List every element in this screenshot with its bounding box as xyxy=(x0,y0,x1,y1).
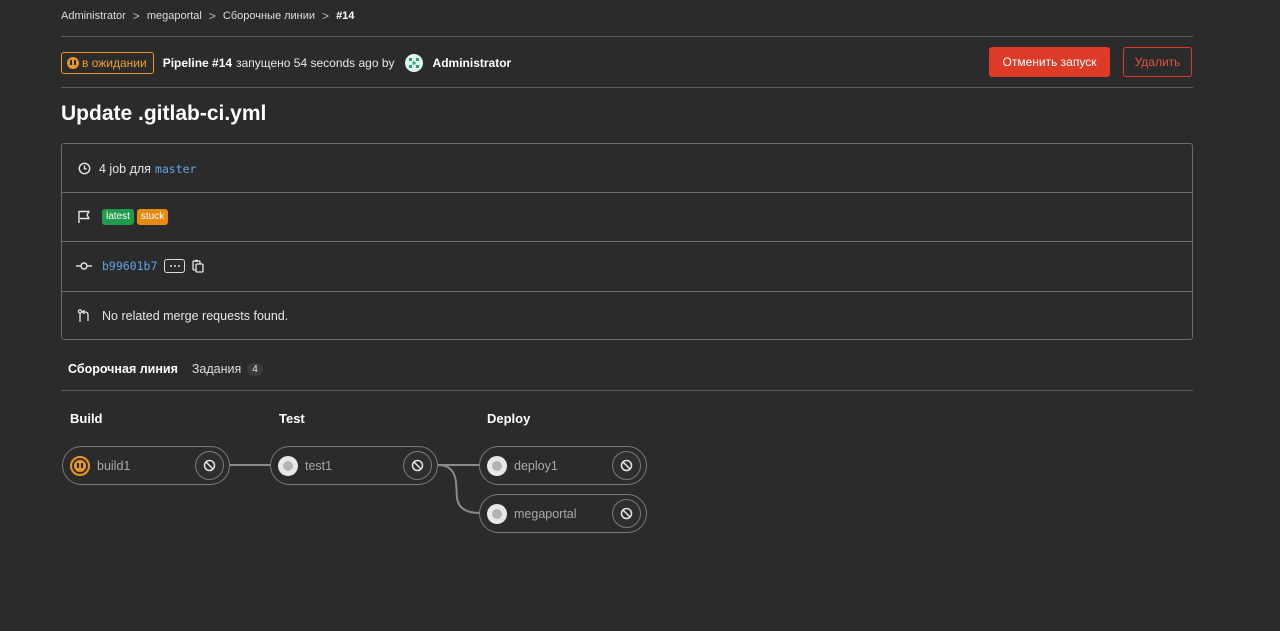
job-megaportal[interactable]: megaportal xyxy=(479,494,647,533)
cancel-icon[interactable] xyxy=(195,451,224,480)
pending-status-icon xyxy=(70,455,90,476)
stage-title-build: Build xyxy=(70,411,103,426)
job-name: test1 xyxy=(305,458,333,473)
job-test1[interactable]: test1 xyxy=(270,446,438,485)
job-name: megaportal xyxy=(514,506,577,521)
job-build1[interactable]: build1 xyxy=(62,446,230,485)
stage-title-deploy: Deploy xyxy=(487,411,531,426)
stage-title-test: Test xyxy=(279,411,305,426)
job-name: deploy1 xyxy=(514,458,558,473)
job-name: build1 xyxy=(97,458,131,473)
created-status-icon xyxy=(487,503,507,524)
job-connectors xyxy=(230,464,481,514)
cancel-icon[interactable] xyxy=(403,451,432,480)
job-deploy1[interactable]: deploy1 xyxy=(479,446,647,485)
created-status-icon xyxy=(278,455,298,476)
created-status-icon xyxy=(487,455,507,476)
cancel-icon[interactable] xyxy=(612,451,641,480)
cancel-icon[interactable] xyxy=(612,499,641,528)
